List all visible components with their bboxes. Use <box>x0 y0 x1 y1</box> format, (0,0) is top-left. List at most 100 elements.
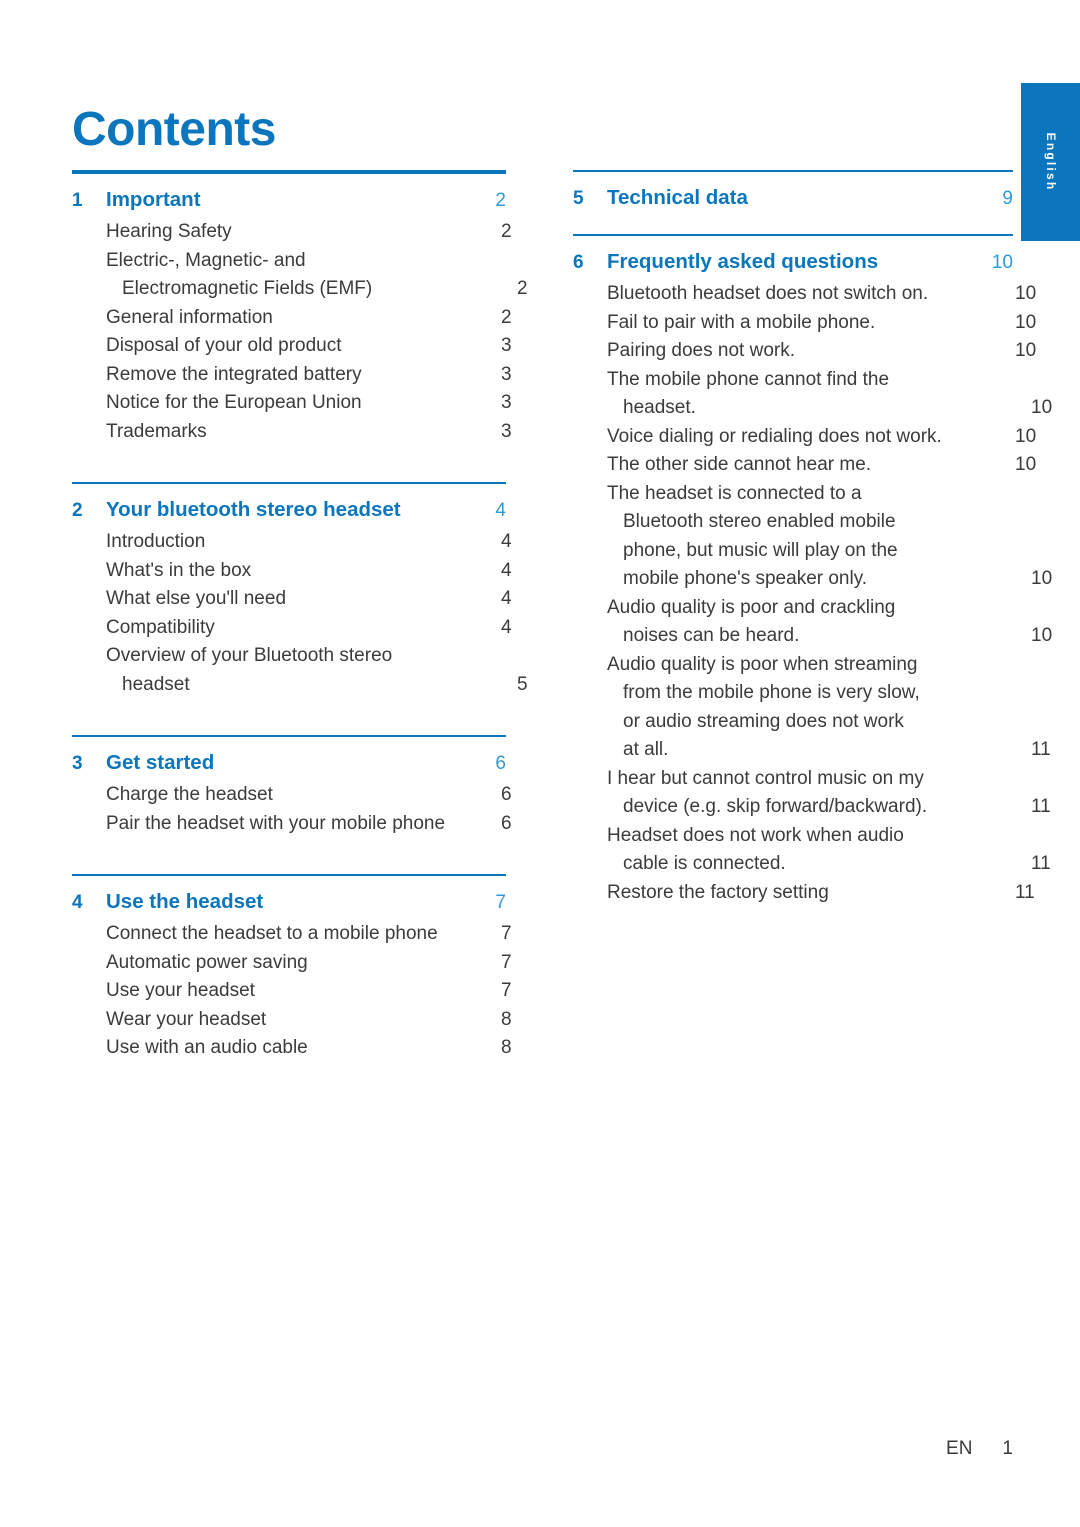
section-number: 3 <box>72 753 83 774</box>
toc-entry-label: Connect the headset to a mobile phone <box>106 923 438 944</box>
section-page-number: 4 <box>495 500 506 521</box>
section-title: Get started <box>106 751 215 774</box>
toc-entry[interactable]: noises can be heard. 10 <box>573 622 1052 651</box>
footer-page-number: 1 <box>1002 1438 1013 1459</box>
section-page-number: 10 <box>991 252 1013 273</box>
toc-entry[interactable]: Pairing does not work. 10 <box>573 337 1036 366</box>
toc-column-left: 1 Important 2 Hearing Safety 2 Electric-, Mag… <box>72 170 528 1063</box>
toc-entry[interactable]: Wear your headset 8 <box>72 1006 512 1035</box>
toc-entry-page-number: 6 <box>501 812 512 834</box>
toc-entry[interactable]: from the mobile phone is very slow, <box>573 679 1013 708</box>
toc-section-technical-data: 5 Technical data 9 <box>573 170 1013 210</box>
toc-section-heading-important[interactable]: 1 Important 2 <box>72 174 506 212</box>
toc-entry-list: Hearing Safety 2 Electric-, Magnetic- and E… <box>72 212 528 447</box>
toc-entry[interactable]: What else you'll need 4 <box>72 585 512 614</box>
toc-entry[interactable]: Disposal of your old product 3 <box>72 332 512 361</box>
toc-entry[interactable]: Use your headset 7 <box>72 977 512 1006</box>
toc-entry-label: Electromagnetic Fields (EMF) <box>122 278 373 299</box>
toc-entry[interactable]: Overview of your Bluetooth stereo <box>72 642 506 671</box>
toc-section-get-started: 3 Get started 6 Charge the headset 6 Pair the… <box>72 735 512 839</box>
toc-entry[interactable]: at all. 11 <box>573 736 1051 765</box>
toc-entry[interactable]: The headset is connected to a <box>573 480 1013 509</box>
toc-entry-page-number: 3 <box>501 335 512 356</box>
toc-entry[interactable]: I hear but cannot control music on my <box>573 765 1013 794</box>
toc-section-heading-frequently-asked-questions[interactable]: 6 Frequently asked questions 10 <box>573 236 1013 274</box>
toc-entry[interactable]: Compatibility 4 <box>72 614 512 643</box>
toc-entry[interactable]: Fail to pair with a mobile phone. 10 <box>573 309 1036 338</box>
toc-entry[interactable]: Introduction 4 <box>72 528 512 557</box>
toc-entry[interactable]: Bluetooth stereo enabled mobile <box>573 508 1013 537</box>
toc-entry-label: Use with an audio cable <box>106 1037 308 1058</box>
toc-section-your-bluetooth-stereo-headset: 2 Your bluetooth stereo headset 4 Introduct… <box>72 482 528 700</box>
toc-entry-label: Automatic power saving <box>106 951 308 973</box>
section-title: Technical data <box>607 186 748 209</box>
toc-entry-label: from the mobile phone is very slow, <box>623 682 920 703</box>
toc-entry-page-number: 2 <box>517 278 528 299</box>
toc-section-heading-technical-data[interactable]: 5 Technical data 9 <box>573 172 1013 210</box>
toc-entry[interactable]: headset. 10 <box>573 394 1052 423</box>
toc-entry[interactable]: Audio quality is poor and crackling <box>573 594 1013 623</box>
toc-entry-label: Remove the integrated battery <box>106 363 362 385</box>
toc-entry-label: Pair the headset with your mobile phone <box>106 812 446 834</box>
toc-entry[interactable]: Automatic power saving 7 <box>72 949 512 978</box>
toc-entry[interactable]: What's in the box 4 <box>72 557 512 586</box>
toc-entry[interactable]: Notice for the European Union 3 <box>72 389 512 418</box>
toc-entry-page-number: 2 <box>501 306 512 328</box>
section-title: Your bluetooth stereo headset <box>106 498 401 521</box>
toc-entry-page-number: 5 <box>517 673 528 695</box>
toc-section-heading-use-the-headset[interactable]: 4 Use the headset 7 <box>72 876 506 914</box>
toc-entry[interactable]: The other side cannot hear me. 10 <box>573 451 1036 480</box>
toc-entry[interactable]: Headset does not work when audio <box>573 822 1013 851</box>
toc-entry-label: Voice dialing or redialing does not work… <box>607 425 942 447</box>
toc-entry-label: at all. <box>623 739 669 760</box>
toc-entry[interactable]: Bluetooth headset does not switch on. 10 <box>573 280 1036 309</box>
toc-entry[interactable]: cable is connected. 11 <box>573 850 1051 879</box>
toc-entry[interactable]: mobile phone's speaker only. 10 <box>573 565 1052 594</box>
toc-entry[interactable]: Restore the factory setting 11 <box>573 879 1035 908</box>
toc-entry[interactable]: Voice dialing or redialing does not work… <box>573 423 1036 452</box>
toc-entry[interactable]: Electric-, Magnetic- and <box>72 247 506 276</box>
toc-entry-page-number: 10 <box>1031 397 1053 418</box>
toc-entry-page-number: 10 <box>1015 340 1037 361</box>
toc-entry[interactable]: Remove the integrated battery 3 <box>72 361 512 390</box>
toc-entry[interactable]: Trademarks 3 <box>72 418 512 447</box>
toc-entry-label: Use your headset <box>106 980 255 1001</box>
section-number: 4 <box>72 892 83 913</box>
toc-entry-label: Wear your headset <box>106 1008 267 1030</box>
toc-entry[interactable]: Electromagnetic Fields (EMF) 2 <box>72 275 528 304</box>
toc-entry[interactable]: General information 2 <box>72 304 512 333</box>
section-title: Use the headset <box>106 890 264 913</box>
toc-entry[interactable]: The mobile phone cannot find the <box>573 366 1013 395</box>
toc-entry[interactable]: Connect the headset to a mobile phone 7 <box>72 920 512 949</box>
toc-entry-label: or audio streaming does not work <box>623 710 904 732</box>
toc-entry[interactable]: headset 5 <box>72 671 528 700</box>
toc-entry[interactable]: Charge the headset 6 <box>72 781 512 810</box>
toc-entry-label: Fail to pair with a mobile phone. <box>607 311 876 333</box>
toc-section-heading-get-started[interactable]: 3 Get started 6 <box>72 737 506 775</box>
toc-entry-page-number: 8 <box>501 1037 512 1058</box>
toc-entry[interactable]: Audio quality is poor when streaming <box>573 651 1013 680</box>
toc-entry-label: Notice for the European Union <box>106 392 362 413</box>
toc-section-heading-your-bluetooth-stereo-headset[interactable]: 2 Your bluetooth stereo headset 4 <box>72 484 506 522</box>
toc-entry[interactable]: Pair the headset with your mobile phone 6 <box>72 810 512 839</box>
toc-entry[interactable]: Hearing Safety 2 <box>72 218 512 247</box>
toc-entry-label: Restore the factory setting <box>607 881 829 903</box>
toc-entry-label: noises can be heard. <box>623 625 800 646</box>
toc-entry[interactable]: or audio streaming does not work <box>573 708 1013 737</box>
toc-entry[interactable]: device (e.g. skip forward/backward). 11 <box>573 793 1051 822</box>
toc-entry-list: Introduction 4 What's in the box 4 What else… <box>72 522 528 700</box>
section-page-number: 9 <box>1002 188 1013 209</box>
toc-entry-label: Trademarks <box>106 420 207 442</box>
toc-entry-page-number: 7 <box>501 923 512 944</box>
toc-entry[interactable]: phone, but music will play on the <box>573 537 1013 566</box>
section-page-number: 2 <box>495 190 506 211</box>
toc-entry[interactable]: Use with an audio cable 8 <box>72 1034 512 1063</box>
toc-entry-label: Headset does not work when audio <box>607 824 904 846</box>
toc-entry-page-number: 11 <box>1031 853 1051 874</box>
toc-entry-list: Charge the headset 6 Pair the headset with… <box>72 775 512 839</box>
toc-entry-page-number: 3 <box>501 363 512 385</box>
toc-section-important: 1 Important 2 Hearing Safety 2 Electric-, Mag… <box>72 170 528 447</box>
